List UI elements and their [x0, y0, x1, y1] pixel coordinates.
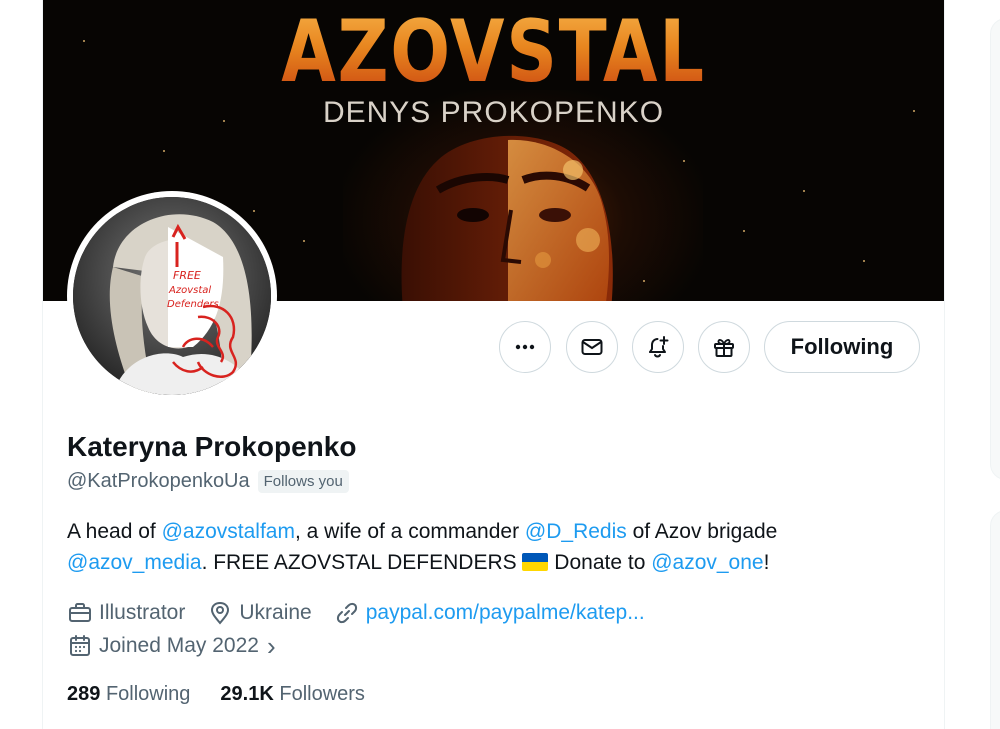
- chevron-right-icon: ›: [266, 631, 276, 661]
- banner-title: AZOVSTAL: [124, 2, 863, 102]
- avatar-drawn-text: FREE: [173, 269, 201, 282]
- handle-row: @KatProkopenkoUa Follows you: [67, 470, 349, 493]
- banner-star: [253, 210, 255, 212]
- banner-star: [803, 190, 805, 192]
- joined-item[interactable]: Joined May 2022 ›: [67, 633, 276, 659]
- bio-text: of Azov brigade: [626, 520, 778, 543]
- profile-handle: @KatProkopenkoUa: [67, 470, 250, 492]
- followers-count: 29.1K: [220, 683, 274, 705]
- bio-text: A head of: [67, 520, 162, 543]
- svg-text:Azovstal: Azovstal: [168, 285, 211, 296]
- banner-star: [83, 40, 85, 42]
- bio-text: , a wife of a commander: [294, 520, 525, 543]
- banner-portrait: [401, 135, 613, 301]
- profile-page: AZOVSTAL DENYS PROKOPENKO FREE Azovstal …: [0, 0, 1000, 729]
- banner-star: [683, 160, 685, 162]
- link-icon: [336, 602, 357, 624]
- briefcase-icon: [69, 603, 91, 622]
- calendar-icon: [70, 635, 90, 656]
- joined-text: Joined May 2022: [99, 634, 259, 657]
- followers-stat[interactable]: 29.1K Followers: [220, 683, 365, 706]
- envelope-icon: [581, 339, 603, 355]
- banner-star: [163, 150, 165, 152]
- bio-text: Donate to: [548, 551, 652, 574]
- sidebar-card-top: [990, 18, 1000, 480]
- message-button[interactable]: [566, 321, 618, 373]
- mention-link[interactable]: @D_Redis: [525, 520, 627, 543]
- profession-item: Illustrator: [67, 600, 185, 626]
- following-button[interactable]: Following: [764, 321, 920, 373]
- notifications-button[interactable]: [632, 321, 684, 373]
- banner-star: [743, 230, 745, 232]
- profile-name: Kateryna Prokopenko: [67, 431, 357, 462]
- profile-bio: A head of @azovstalfam, a wife of a comm…: [67, 516, 927, 578]
- bell-plus-icon: [649, 336, 669, 358]
- profile-meta-row: Illustrator Ukraine paypal.com/paypalme/…: [67, 600, 667, 626]
- ukraine-flag-icon: [522, 553, 549, 571]
- website-link[interactable]: paypal.com/paypalme/katep...: [366, 601, 645, 625]
- mention-link[interactable]: @azovstalfam: [162, 520, 295, 543]
- sidebar-card-bottom: [990, 510, 1000, 729]
- website-item[interactable]: paypal.com/paypalme/katep...: [334, 600, 645, 626]
- avatar[interactable]: FREE Azovstal Defenders: [67, 191, 277, 401]
- follows-you-badge: Follows you: [257, 470, 349, 493]
- bio-text: !: [763, 551, 770, 574]
- banner-star: [303, 240, 305, 242]
- mention-link[interactable]: @azov_one: [651, 551, 763, 574]
- followers-label: Followers: [279, 683, 365, 705]
- following-stat[interactable]: 289 Following: [67, 683, 190, 706]
- banner-subtitle: DENYS PROKOPENKO: [322, 96, 665, 129]
- more-button[interactable]: [499, 321, 551, 373]
- gift-button[interactable]: [698, 321, 750, 373]
- profession-text: Illustrator: [99, 601, 186, 624]
- location-text: Ukraine: [239, 601, 312, 624]
- banner-star: [863, 260, 865, 262]
- column-divider-right: [944, 0, 945, 729]
- location-item: Ukraine: [207, 600, 312, 626]
- gift-icon: [714, 339, 734, 357]
- more-horizontal-icon: [515, 344, 535, 350]
- svg-text:Defenders: Defenders: [167, 299, 219, 310]
- avatar-photo: FREE Azovstal Defenders: [73, 197, 271, 395]
- location-pin-icon: [211, 601, 230, 625]
- follow-stats: 289 Following 29.1K Followers: [67, 683, 365, 706]
- mention-link[interactable]: @azov_media: [67, 551, 202, 574]
- following-count: 289: [67, 683, 101, 705]
- bio-text: . FREE AZOVSTAL DEFENDERS: [201, 551, 523, 574]
- joined-row[interactable]: Joined May 2022 ›: [67, 633, 298, 659]
- following-label: Following: [105, 683, 191, 705]
